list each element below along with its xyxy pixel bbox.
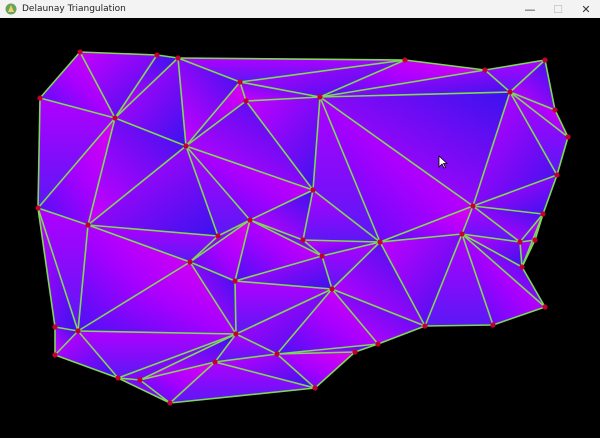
vertex-point: [115, 375, 121, 381]
vertex-point: [519, 264, 525, 270]
vertex-point: [540, 211, 546, 217]
vertex-point: [402, 57, 408, 63]
triangle-edge: [424, 324, 494, 327]
app-icon: [5, 3, 17, 15]
vertex-point: [459, 231, 465, 237]
vertex-point: [167, 400, 173, 406]
triangle-edge: [234, 280, 237, 335]
vertex-point: [377, 239, 383, 245]
vertex-point: [517, 239, 523, 245]
vertex-point: [552, 107, 558, 113]
vertex-point: [247, 217, 253, 223]
vertex-point: [542, 304, 548, 310]
vertex-point: [317, 94, 323, 100]
vertex-point: [310, 187, 316, 193]
vertex-point: [77, 49, 83, 55]
vertex-point: [232, 278, 238, 284]
vertex-point: [215, 233, 221, 239]
vertex-point: [52, 352, 58, 358]
triangulation-canvas[interactable]: [0, 18, 600, 438]
vertex-point: [52, 324, 58, 330]
vertex-point: [75, 328, 81, 334]
title-bar[interactable]: Delaunay Triangulation — ☐ ✕: [0, 0, 600, 18]
vertex-point: [35, 205, 41, 211]
window-controls: — ☐ ✕: [516, 0, 600, 18]
vertex-point: [274, 351, 280, 357]
minimize-button[interactable]: —: [516, 0, 544, 18]
mouse-cursor-icon: [438, 155, 448, 169]
vertex-point: [154, 52, 160, 58]
vertex-point: [542, 57, 548, 63]
vertex-point: [112, 115, 118, 121]
vertex-point: [212, 359, 218, 365]
vertex-point: [319, 253, 325, 259]
vertex-point: [233, 331, 239, 337]
vertex-point: [237, 79, 243, 85]
vertex-point: [183, 143, 189, 149]
vertex-point: [300, 237, 306, 243]
vertex-point: [175, 55, 181, 61]
vertex-point: [422, 323, 428, 329]
vertex-point: [137, 377, 143, 383]
vertex-point: [554, 172, 560, 178]
vertex-point: [507, 89, 513, 95]
vertex-point: [532, 237, 538, 243]
vertex-point: [329, 286, 335, 292]
vertex-point: [375, 341, 381, 347]
vertex-point: [352, 349, 358, 355]
window-title: Delaunay Triangulation: [22, 4, 126, 14]
vertex-point: [85, 222, 91, 228]
vertex-point: [312, 385, 318, 391]
app-window: Delaunay Triangulation — ☐ ✕: [0, 0, 600, 438]
vertex-point: [470, 203, 476, 209]
vertex-point: [187, 259, 193, 265]
vertex-point: [565, 134, 571, 140]
vertex-point: [482, 67, 488, 73]
close-button[interactable]: ✕: [572, 0, 600, 18]
vertex-point: [37, 95, 43, 101]
vertex-point: [490, 322, 496, 328]
vertex-point: [243, 98, 249, 104]
maximize-button[interactable]: ☐: [544, 0, 572, 18]
